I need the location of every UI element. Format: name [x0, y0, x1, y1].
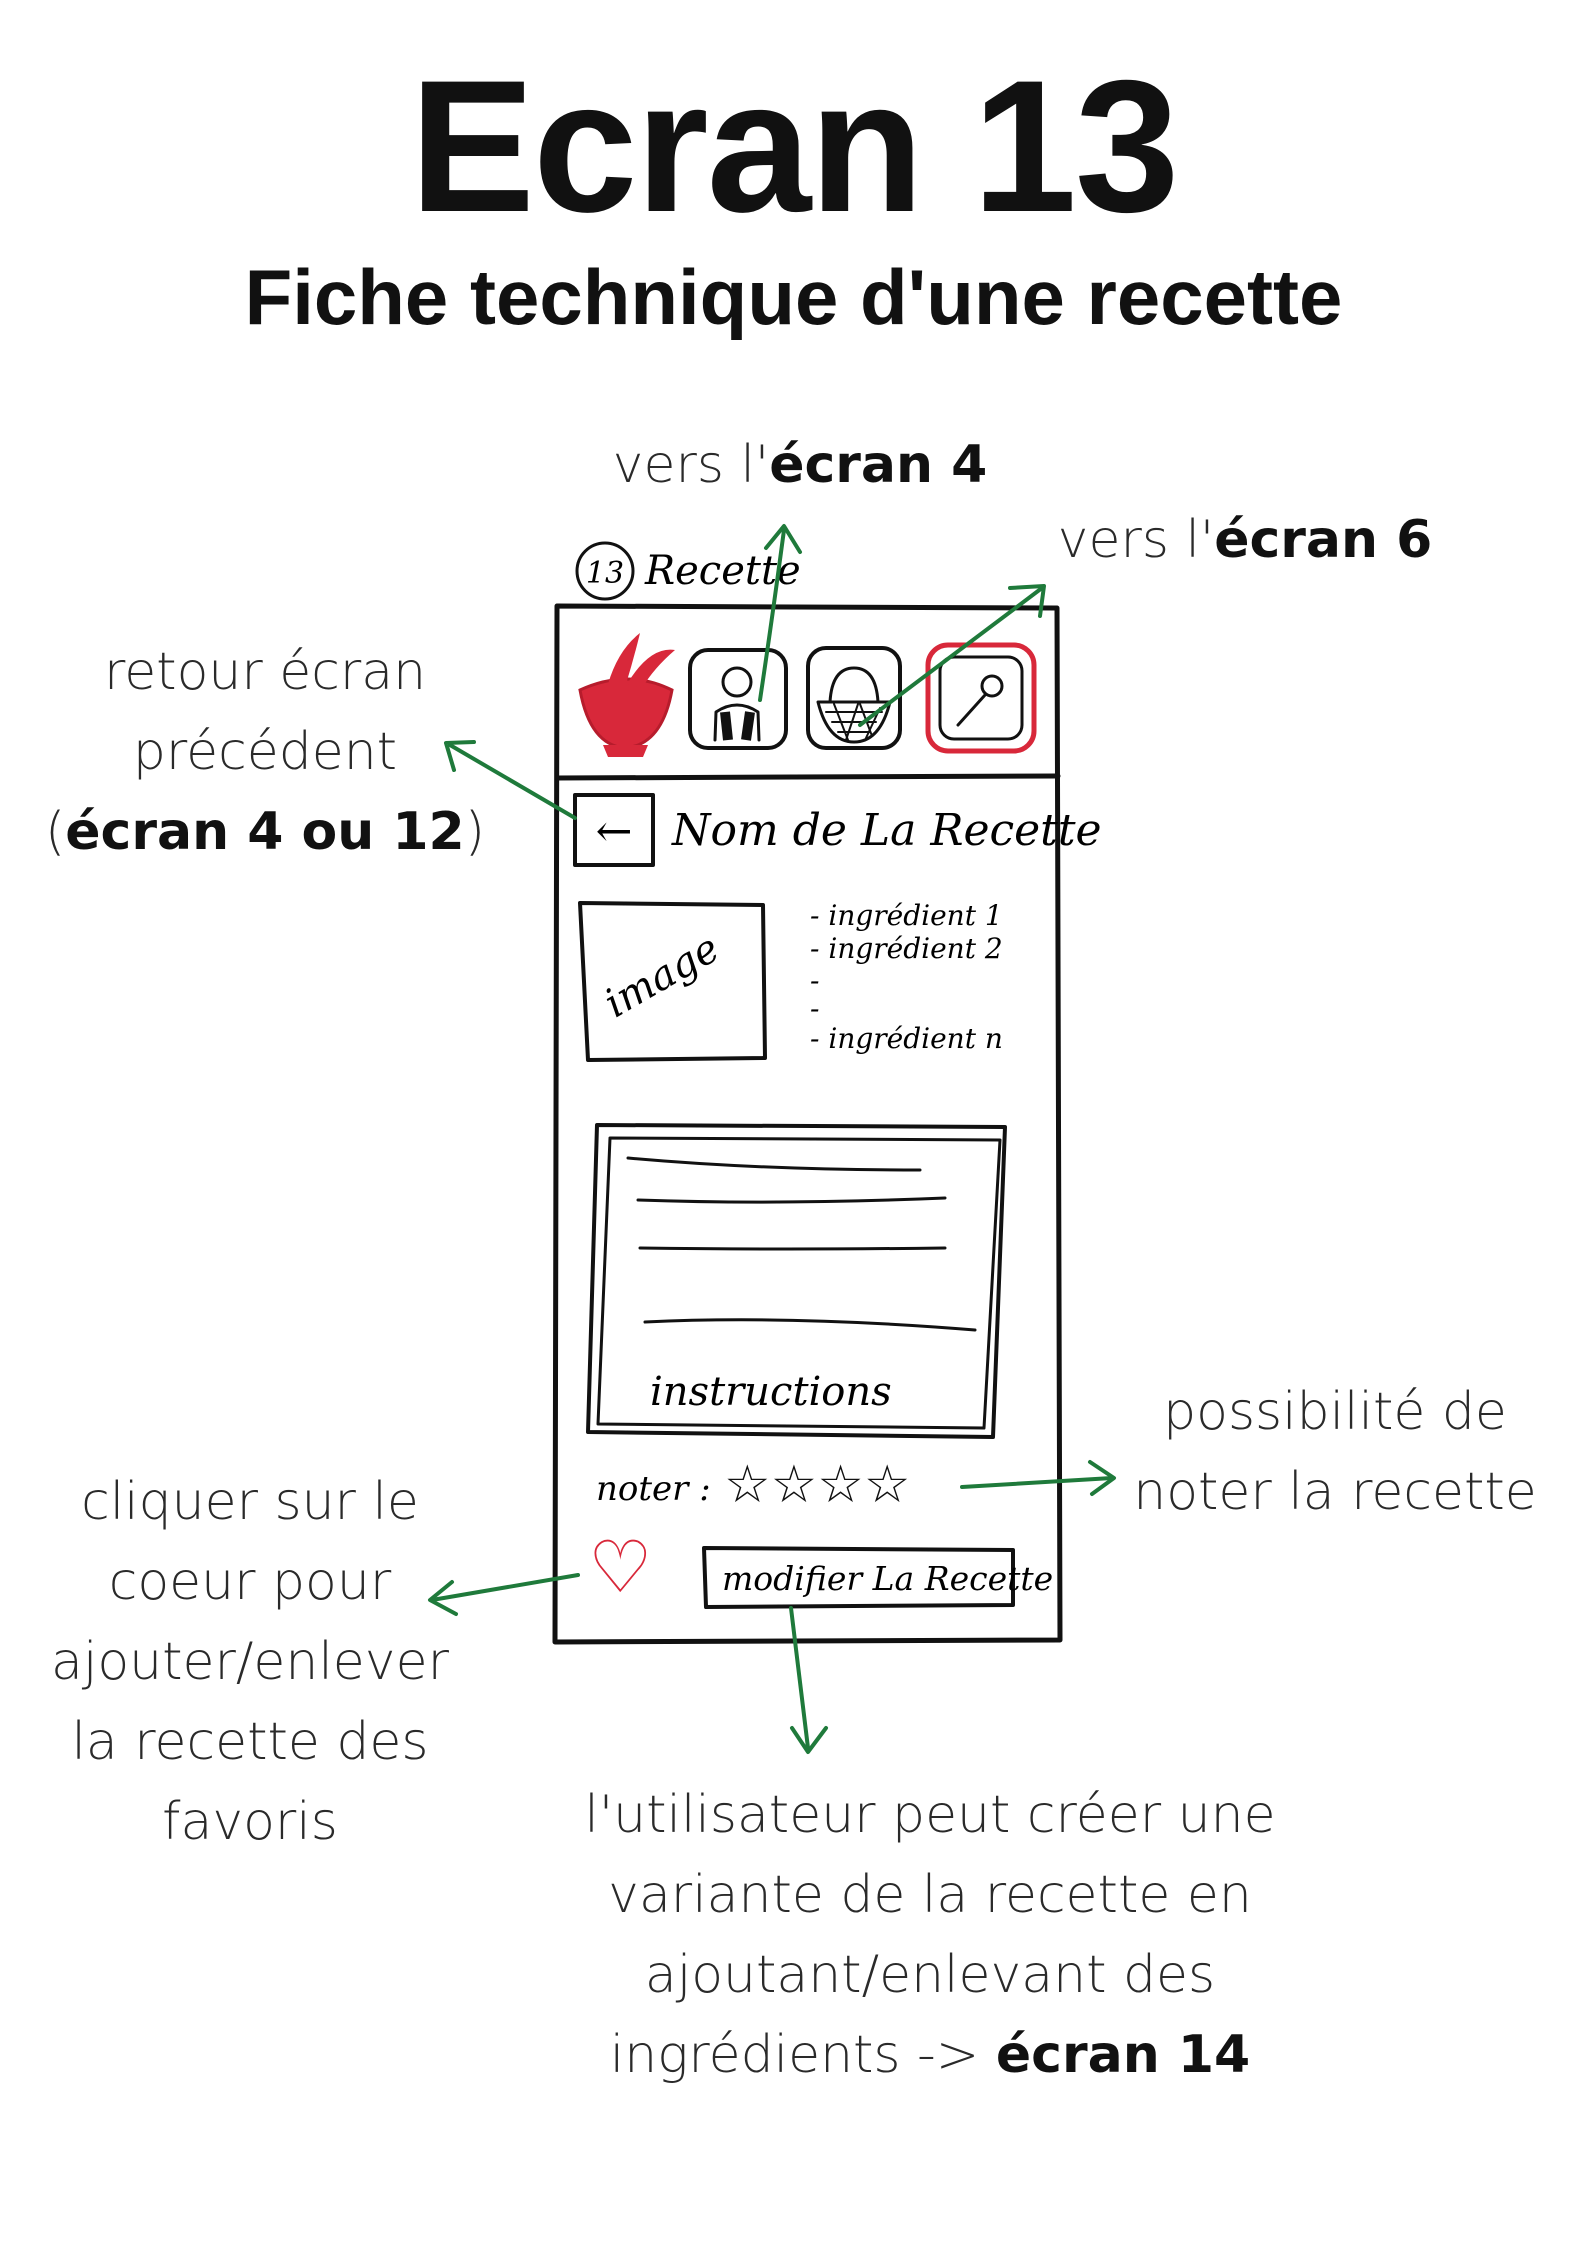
- text-line: [638, 1246, 947, 1251]
- back-arrow-icon: ←: [596, 806, 633, 857]
- profile-icon[interactable]: [688, 648, 788, 750]
- wireframe-sketch: 13 Recette ← Nom de La Recette image - i…: [428, 524, 1116, 1754]
- arrow-rating: [960, 1460, 1116, 1496]
- ingredient-item: - ingrédient n: [810, 1022, 1003, 1055]
- text-line: [643, 1318, 977, 1332]
- image-label: image: [597, 925, 727, 1027]
- ingredient-item: - ingrédient 2: [810, 932, 1003, 965]
- logo-bowl-icon: [578, 633, 675, 757]
- back-button[interactable]: ←: [573, 793, 655, 867]
- text-line: [626, 1156, 922, 1172]
- rating-stars[interactable]: ☆☆☆☆: [724, 1455, 910, 1515]
- modify-recipe-button[interactable]: modifier La Recette: [702, 1546, 1053, 1609]
- header-divider: [554, 773, 1061, 781]
- text-line: [636, 1196, 947, 1204]
- modify-recipe-label: modifier La Recette: [722, 1559, 1053, 1598]
- basket-icon[interactable]: [806, 646, 902, 750]
- screen-number: 13: [586, 556, 624, 591]
- ingredient-item: - ingrédient 1: [810, 899, 1003, 932]
- rating-label: noter :: [596, 1469, 711, 1509]
- favorite-heart-icon[interactable]: ♡: [588, 1525, 653, 1609]
- arrow-variant: [789, 1606, 828, 1754]
- instructions-label: instructions: [650, 1369, 892, 1415]
- recipe-name: Nom de La Recette: [671, 805, 1102, 856]
- ingredient-item: -: [810, 992, 819, 1025]
